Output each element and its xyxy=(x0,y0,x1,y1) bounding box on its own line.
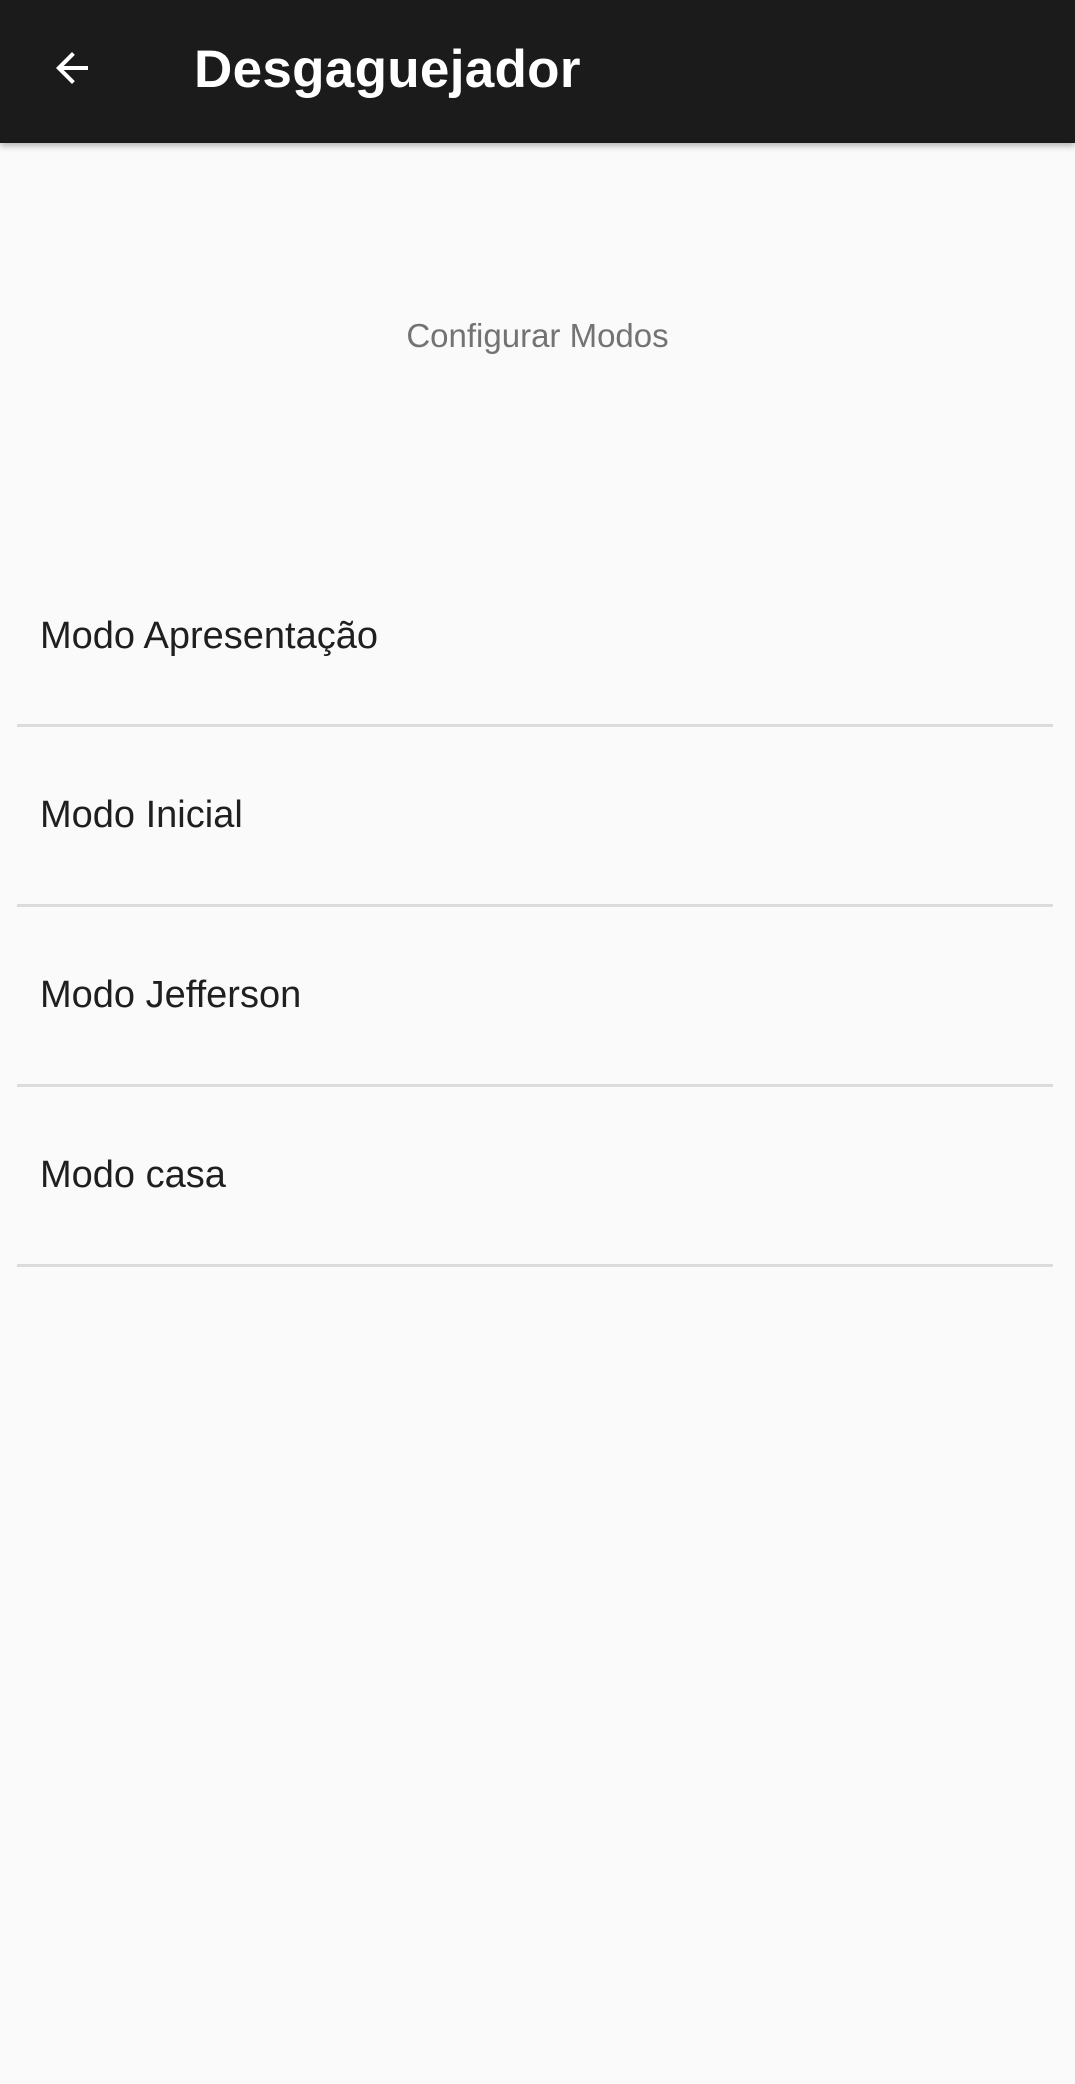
mode-item-inicial[interactable]: Modo Inicial xyxy=(17,727,1053,907)
app-toolbar: Desgaguejador xyxy=(0,0,1075,143)
arrow-back-icon xyxy=(48,44,96,92)
page-title: Desgaguejador xyxy=(194,40,581,99)
section-header-configure-modes: Configurar Modos xyxy=(406,317,669,354)
mode-item-jefferson[interactable]: Modo Jefferson xyxy=(17,907,1053,1087)
back-button[interactable] xyxy=(32,23,112,113)
mode-item-label: Modo Apresentação xyxy=(40,615,379,657)
mode-list: Modo Apresentação Modo Inicial Modo Jeff… xyxy=(17,549,1053,1267)
mode-item-casa[interactable]: Modo casa xyxy=(17,1087,1053,1267)
mode-item-label: Modo Inicial xyxy=(40,794,243,836)
mode-item-label: Modo casa xyxy=(40,1154,226,1196)
mode-item-apresentacao[interactable]: Modo Apresentação xyxy=(17,549,1053,727)
mode-item-label: Modo Jefferson xyxy=(40,974,302,1016)
